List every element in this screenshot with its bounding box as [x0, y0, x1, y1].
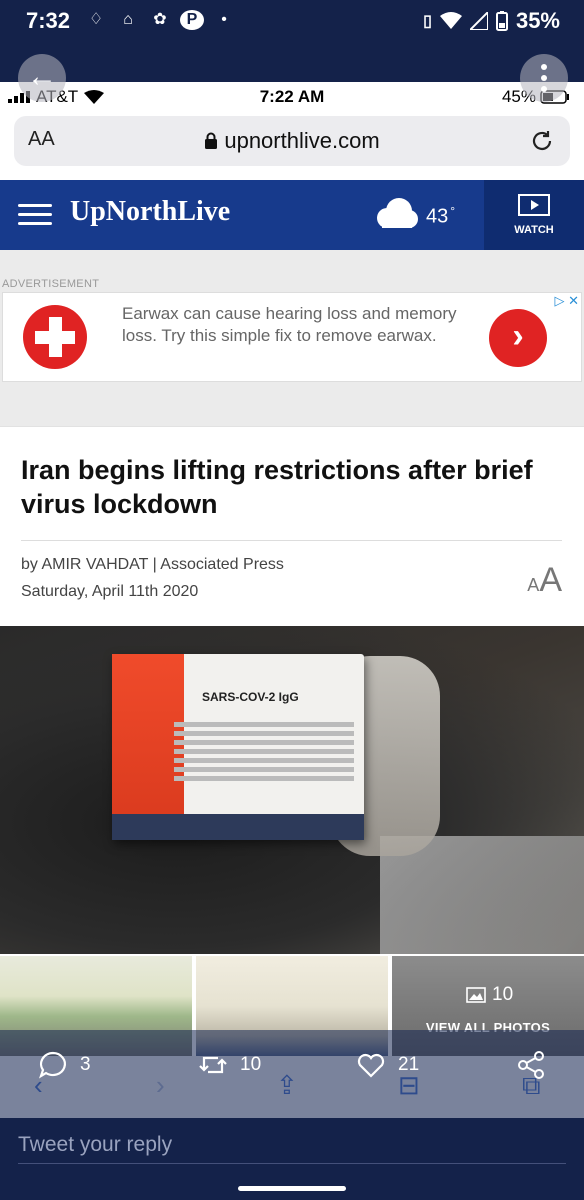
reply-count: 3 — [80, 1054, 91, 1075]
small-a: A — [527, 575, 540, 595]
screenshot-content: AT&T 7:22 AM 45% AA upnorthlive.com UpNo… — [0, 82, 584, 1118]
reply-button[interactable]: 3 — [38, 1050, 91, 1080]
photo-count-value: 10 — [492, 984, 514, 1005]
play-video-icon — [518, 194, 550, 216]
signal-icon — [469, 12, 488, 30]
pinterest-icon: P — [180, 10, 204, 30]
vibrate-icon: ▯ — [423, 13, 432, 30]
cloud-icon[interactable] — [372, 198, 418, 228]
degree-symbol: ° — [450, 204, 456, 218]
temperature[interactable]: 43 ° — [426, 204, 455, 229]
url-display[interactable]: upnorthlive.com — [14, 128, 570, 154]
kit-label-table — [174, 718, 354, 806]
watch-label: WATCH — [514, 224, 554, 236]
retweet-count: 10 — [240, 1054, 262, 1075]
news-notification-icon: ⌂ — [123, 11, 133, 28]
ad-choices-icon[interactable]: ▷ ✕ — [554, 293, 579, 309]
article-byline: by AMIR VAHDAT | Associated Press — [21, 556, 284, 573]
android-status-bar: 7:32 ♢ ⌂ ✿ P • ▯ 35% — [0, 0, 584, 82]
chevron-right-icon[interactable]: › — [489, 309, 547, 367]
tips-notification-icon: ♢ — [88, 11, 104, 28]
url-text: upnorthlive.com — [224, 128, 380, 153]
heart-icon — [357, 1053, 385, 1078]
text-size-button[interactable]: AA — [527, 561, 562, 600]
android-system-icons: ▯ 35% — [423, 8, 560, 34]
like-count: 21 — [398, 1054, 420, 1075]
retweet-icon — [199, 1056, 227, 1074]
advertisement-section: ADVERTISEMENT Earwax can cause hearing l… — [0, 250, 584, 426]
photo-count: 10 — [466, 984, 513, 1006]
temperature-value: 43 — [426, 205, 449, 228]
ios-clock: 7:22 AM — [259, 87, 325, 106]
reply-composer — [0, 1118, 584, 1200]
address-bar[interactable]: AA upnorthlive.com — [14, 116, 570, 166]
android-clock: 7:32 — [26, 8, 71, 33]
article-header: Iran begins lifting restrictions after b… — [0, 426, 584, 626]
share-icon — [518, 1051, 544, 1079]
site-header: UpNorthLive 43 ° WATCH — [0, 180, 584, 250]
divider — [21, 540, 562, 541]
photo-test-kit-box: SARS-COV-2 IgG — [112, 654, 364, 840]
article-date: Saturday, April 11th 2020 — [21, 583, 199, 600]
gesture-home-bar[interactable] — [238, 1186, 346, 1191]
ad-text[interactable]: Earwax can cause hearing loss and memory… — [122, 303, 482, 347]
image-icon — [466, 987, 486, 1003]
wifi-icon — [439, 12, 462, 29]
more-options-icon[interactable] — [520, 54, 568, 102]
back-arrow-icon[interactable]: ← — [18, 54, 66, 102]
large-a: A — [539, 561, 562, 599]
article-headline: Iran begins lifting restrictions after b… — [21, 455, 533, 519]
tweet-actions-bar: 3 10 21 — [0, 1030, 584, 1118]
menu-icon[interactable] — [18, 204, 52, 226]
lock-icon — [205, 132, 218, 149]
like-button[interactable]: 21 — [356, 1050, 419, 1080]
ad-banner[interactable]: Earwax can cause hearing loss and memory… — [2, 292, 582, 382]
retweet-button[interactable]: 10 — [198, 1050, 261, 1080]
advertisement-label: ADVERTISEMENT — [2, 278, 100, 290]
watch-button[interactable]: WATCH — [484, 180, 584, 250]
reload-icon[interactable] — [528, 127, 556, 155]
kit-title: SARS-COV-2 IgG — [202, 690, 299, 704]
reply-bubble-icon — [39, 1051, 66, 1079]
more-notifications-dot: • — [221, 11, 227, 28]
medical-cross-icon — [23, 305, 87, 369]
share-button[interactable] — [516, 1050, 546, 1080]
battery-percent: 35% — [515, 8, 560, 33]
article-hero-photo[interactable]: SARS-COV-2 IgG — [0, 626, 584, 954]
tweet-reply-input[interactable] — [18, 1126, 566, 1164]
app-notification-icon: ✿ — [153, 11, 167, 28]
battery-icon — [495, 11, 508, 31]
ios-status-bar: AT&T 7:22 AM 45% — [0, 82, 584, 112]
site-logo[interactable]: UpNorthLive — [70, 196, 230, 228]
